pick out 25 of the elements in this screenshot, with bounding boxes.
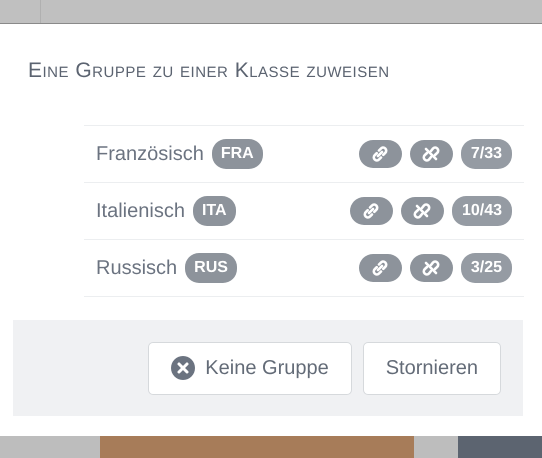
group-count-badge: 10/43 [452,196,512,226]
cancel-button[interactable]: Stornieren [362,342,501,394]
group-code-badge: ITA [192,196,236,226]
unlink-icon [413,202,432,220]
no-group-button[interactable]: Keine Gruppe [148,342,352,394]
link-icon [371,145,390,163]
link-icon [362,202,380,220]
group-count-badge: 3/25 [460,253,512,283]
group-code-badge: RUS [185,253,237,283]
close-icon [171,356,196,380]
link-button[interactable] [358,254,402,282]
link-button[interactable] [358,140,402,168]
link-button[interactable] [350,197,393,225]
group-count-badge: 7/33 [460,139,512,169]
unlink-icon [422,259,440,277]
dialog-title: Eine Gruppe zu einer Klasse zuweisen [27,58,391,84]
group-name: Französisch [96,142,204,167]
group-code-badge: FRA [212,139,263,169]
group-name: Russisch [96,256,178,281]
unlink-button[interactable] [410,254,453,282]
group-name: Italienisch [96,199,185,224]
unlink-button[interactable] [400,197,444,225]
link-icon [371,259,390,277]
unlink-button[interactable] [410,140,453,168]
unlink-icon [422,145,440,163]
